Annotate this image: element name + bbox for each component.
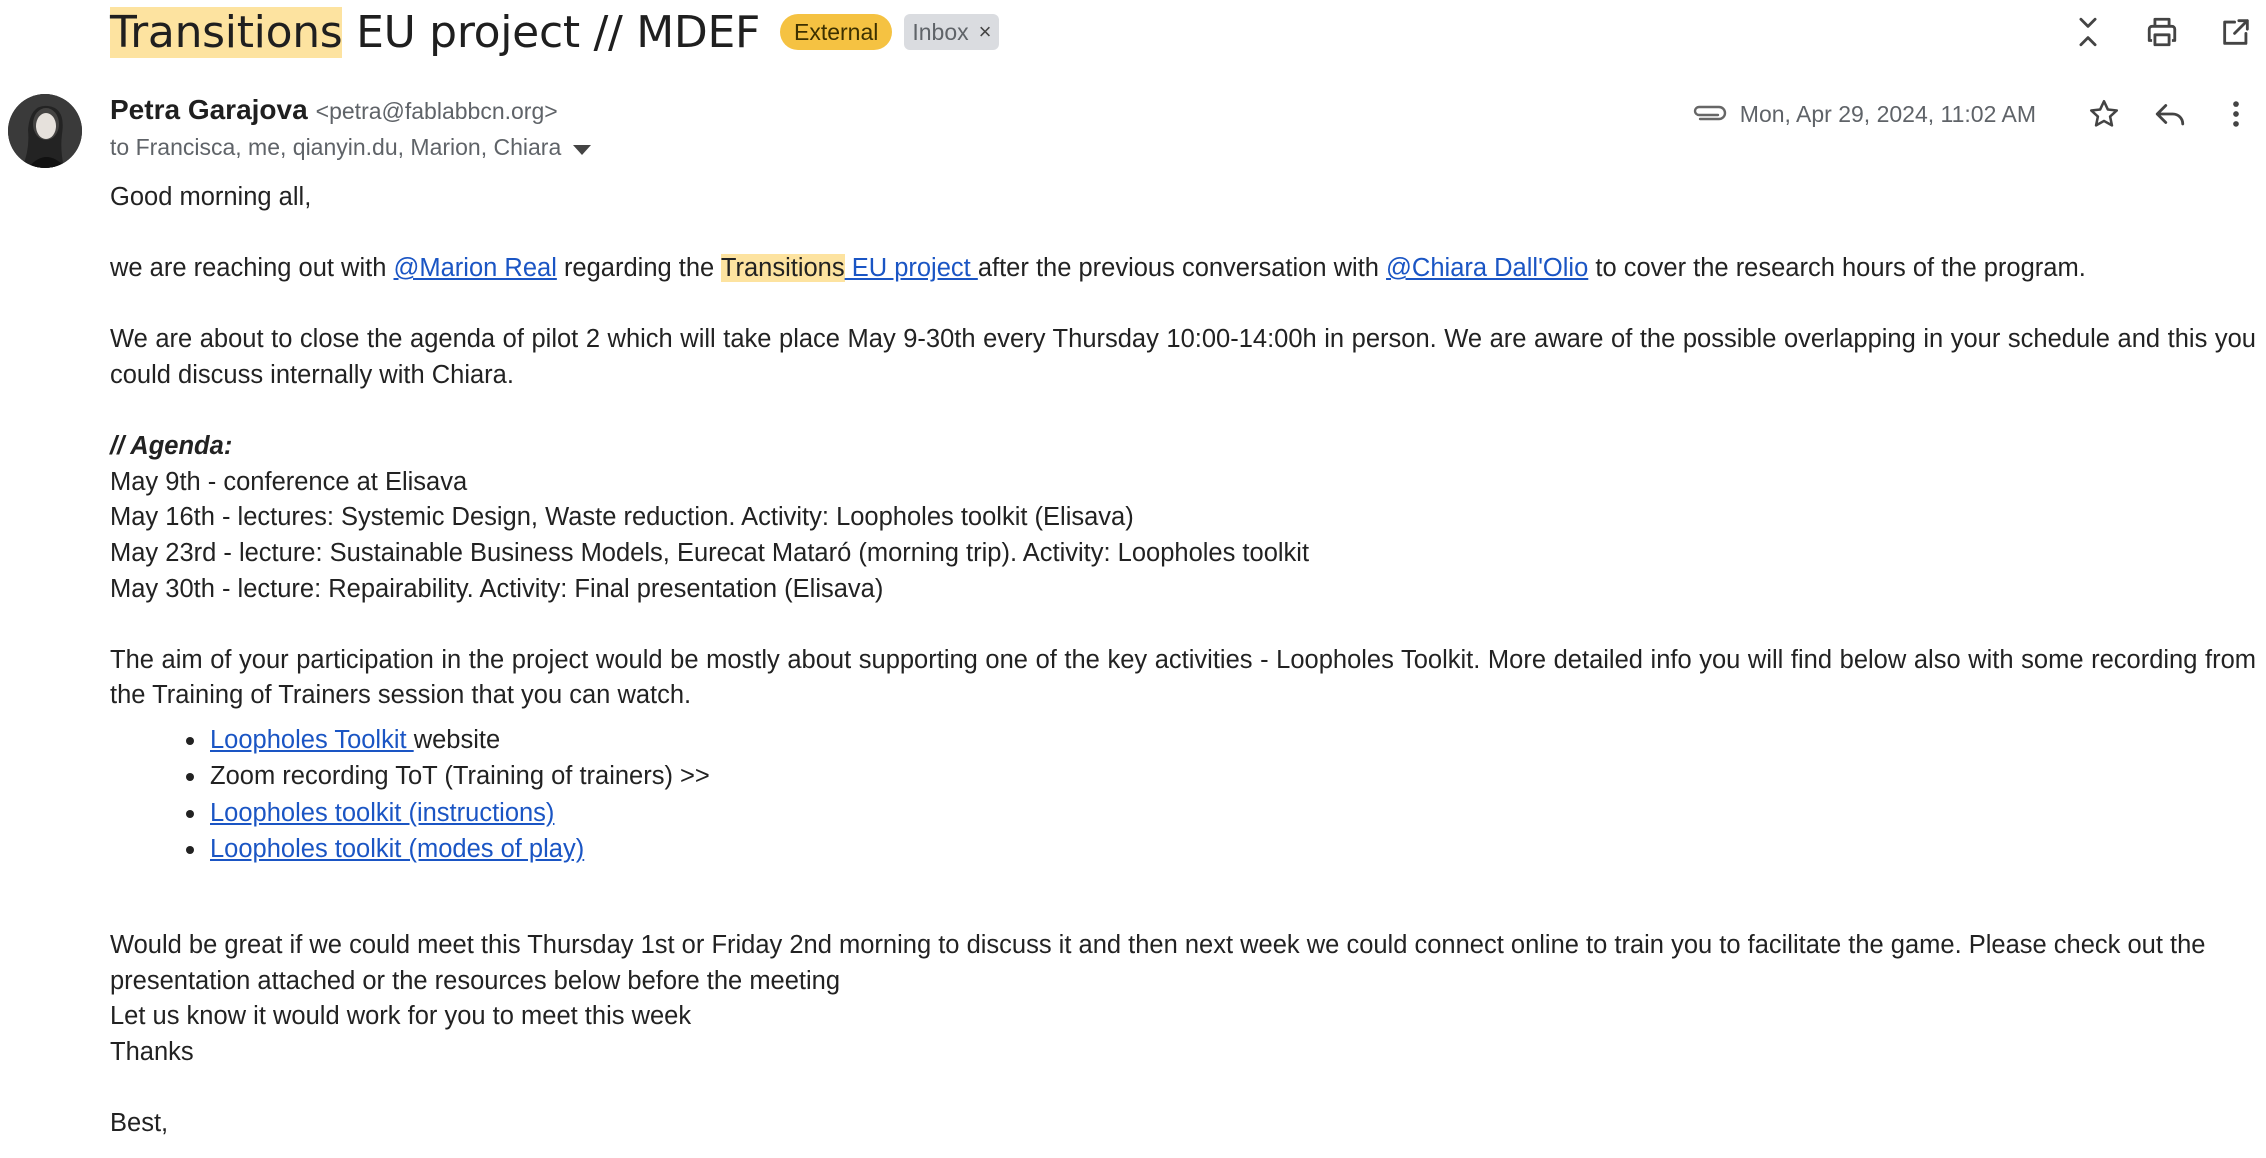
signoff: Best, [110, 1108, 169, 1137]
message-date: Mon, Apr 29, 2024, 11:02 AM [1739, 100, 2036, 127]
reply-icon [2155, 104, 2185, 126]
label-inbox[interactable]: Inbox × [904, 14, 1000, 50]
greeting: Good morning all, [110, 183, 312, 211]
open-in-new-icon [2223, 19, 2249, 45]
sender-email: <petra@fablabbcn.org> [315, 98, 558, 124]
label-inbox-text: Inbox [912, 19, 969, 45]
intro-text-3: after the previous conversation with [977, 254, 1387, 283]
intro-text-1: we are reaching out with [110, 254, 394, 283]
list-item: Loopholes Toolkit website [186, 722, 2256, 759]
sender-name[interactable]: Petra Garajova [110, 94, 308, 126]
paragraph-meeting: Would be great if we could meet this Thu… [110, 930, 2206, 995]
agenda-item: May 23rd - lecture: Sustainable Business… [110, 538, 1310, 567]
top-toolbar [2066, 10, 2258, 54]
body-highlight: Transitions [720, 254, 845, 283]
star-button[interactable] [2082, 92, 2126, 136]
eu-project-link-text: EU project [844, 254, 978, 283]
paragraph-confirm: Let us know it would work for you to mee… [110, 1002, 692, 1031]
more-vert-icon [2233, 101, 2239, 127]
recipients-text: to Francisca, me, qianyin.du, Marion, Ch… [110, 134, 562, 160]
subject-highlight: Transitions [110, 6, 343, 58]
eu-project-link[interactable]: EU project [845, 254, 978, 282]
list-item-text: website [413, 725, 501, 754]
sender-line: Petra Garajova <petra@fablabbcn.org> [110, 94, 558, 126]
agenda-item: May 30th - lecture: Repairability. Activ… [110, 574, 884, 603]
resources-list: Loopholes Toolkit website Zoom recording… [186, 722, 2256, 868]
intro-text-4: to cover the research hours of the progr… [1588, 254, 2086, 283]
list-item: Loopholes toolkit (modes of play) [186, 831, 2256, 868]
more-options-button[interactable] [2214, 92, 2258, 136]
collapse-icon [2079, 17, 2097, 47]
attachment-icon [1693, 105, 1726, 121]
subject-text: EU project // MDEF [342, 6, 760, 58]
paragraph-intro: we are reaching out with @Marion Real re… [110, 251, 2256, 287]
list-item: Loopholes toolkit (instructions) [186, 795, 2256, 832]
collapse-button[interactable] [2066, 10, 2110, 54]
print-icon [2147, 17, 2177, 47]
agenda-item: May 9th - conference at Elisava [110, 467, 468, 496]
modes-of-play-link[interactable]: Loopholes toolkit (modes of play) [210, 835, 584, 863]
agenda-item: May 16th - lectures: Systemic Design, Wa… [110, 503, 1134, 532]
message-meta: Mon, Apr 29, 2024, 11:02 AM [1690, 92, 2258, 136]
thanks: Thanks [110, 1037, 194, 1066]
avatar-image [8, 94, 82, 168]
instructions-link[interactable]: Loopholes toolkit (instructions) [210, 799, 554, 827]
label-external[interactable]: External [779, 14, 893, 50]
email-subject: Transitions EU project // MDEF [110, 6, 760, 58]
mention-marion[interactable]: @Marion Real [394, 254, 557, 282]
message-body: Good morning all, we are reaching out wi… [110, 180, 2256, 1141]
star-icon [2089, 99, 2119, 127]
list-item-text: Zoom recording ToT (Training of trainers… [210, 762, 710, 791]
subject-row: Transitions EU project // MDEF External … [110, 4, 1000, 60]
mention-chiara[interactable]: @Chiara Dall'Olio [1386, 254, 1588, 282]
paragraph-agenda-intro: We are about to close the agenda of pilo… [110, 325, 2256, 389]
open-in-new-window-button[interactable] [2214, 10, 2258, 54]
intro-text-2: regarding the [556, 254, 721, 283]
agenda-heading: // Agenda: [110, 432, 233, 461]
list-item: Zoom recording ToT (Training of trainers… [186, 758, 2256, 795]
loopholes-toolkit-link[interactable]: Loopholes Toolkit [210, 726, 414, 754]
print-button[interactable] [2140, 10, 2184, 54]
show-details-icon[interactable] [573, 144, 592, 155]
reply-button[interactable] [2148, 92, 2192, 136]
avatar[interactable] [8, 94, 82, 168]
remove-label-button[interactable]: × [979, 18, 992, 46]
paragraph-aim: The aim of your participation in the pro… [110, 645, 2256, 710]
recipients: to Francisca, me, qianyin.du, Marion, Ch… [110, 134, 592, 161]
